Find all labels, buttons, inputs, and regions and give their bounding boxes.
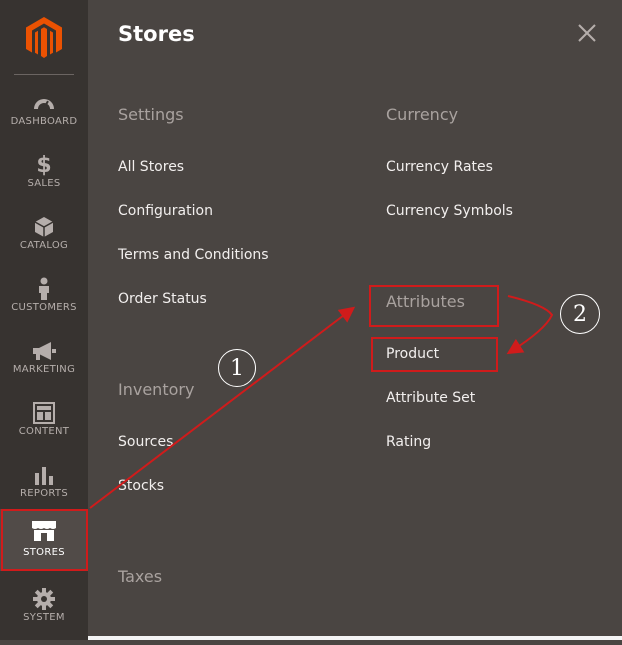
menu-link-attribute-set[interactable]: Attribute Set [386, 390, 475, 406]
menu-link-rating[interactable]: Rating [386, 434, 431, 450]
logo-divider [14, 74, 74, 75]
speedometer-icon [0, 91, 88, 115]
section-title-attributes: Attributes [386, 292, 465, 311]
sidebar-item-label: SYSTEM [23, 612, 65, 623]
page-title: Stores [118, 22, 195, 46]
arrow-step-2 [506, 295, 554, 355]
section-title-settings: Settings [118, 105, 184, 124]
menu-link-order-status[interactable]: Order Status [118, 291, 207, 307]
section-title-inventory: Inventory [118, 380, 195, 399]
menu-link-product[interactable]: Product [386, 346, 439, 362]
menu-link-configuration[interactable]: Configuration [118, 203, 213, 219]
person-icon [0, 277, 88, 301]
layout-icon [0, 401, 88, 425]
menu-link-currency-rates[interactable]: Currency Rates [386, 159, 493, 175]
megaphone-icon [0, 339, 88, 363]
close-icon[interactable] [576, 22, 598, 44]
gear-icon [0, 587, 88, 611]
page-content-edge [88, 636, 622, 640]
menu-link-all-stores[interactable]: All Stores [118, 159, 184, 175]
sidebar-item-label: CONTENT [18, 426, 70, 437]
sidebar-item-label: MARKETING [12, 364, 76, 375]
step-1-badge: 1 [218, 349, 256, 387]
sidebar-item-label: STORES [23, 547, 65, 558]
magento-logo-icon[interactable] [24, 15, 64, 61]
sidebar-item-sales[interactable]: $ SALES [0, 149, 88, 211]
storefront-icon [0, 519, 88, 543]
sidebar-item-marketing[interactable]: MARKETING [0, 335, 88, 397]
sidebar-item-label: CUSTOMERS [11, 302, 77, 313]
cube-icon [0, 215, 88, 239]
sidebar-item-label: DASHBOARD [10, 116, 78, 127]
sidebar-item-label: CATALOG [19, 240, 69, 251]
menu-link-stocks[interactable]: Stocks [118, 478, 164, 494]
admin-sidebar: DASHBOARD $ SALES CATALOG CUSTOMERS MARK… [0, 0, 88, 640]
sidebar-item-label: SALES [27, 178, 61, 189]
sidebar-item-system[interactable]: SYSTEM [0, 583, 88, 645]
bar-chart-icon [0, 463, 88, 487]
sidebar-item-customers[interactable]: CUSTOMERS [0, 273, 88, 335]
menu-link-currency-symbols[interactable]: Currency Symbols [386, 203, 513, 219]
section-title-currency: Currency [386, 105, 459, 124]
sidebar-item-stores[interactable]: STORES [0, 509, 88, 571]
sidebar-item-content[interactable]: CONTENT [0, 397, 88, 459]
menu-link-sources[interactable]: Sources [118, 434, 173, 450]
annotation-arrows [89, 295, 554, 509]
sidebar-item-dashboard[interactable]: DASHBOARD [0, 87, 88, 149]
menu-link-terms-and-conditions[interactable]: Terms and Conditions [118, 247, 269, 263]
dollar-icon: $ [36, 152, 52, 178]
step-2-badge: 2 [560, 294, 600, 334]
sidebar-item-label: REPORTS [20, 488, 68, 499]
sidebar-item-catalog[interactable]: CATALOG [0, 211, 88, 273]
section-title-taxes: Taxes [118, 567, 163, 586]
